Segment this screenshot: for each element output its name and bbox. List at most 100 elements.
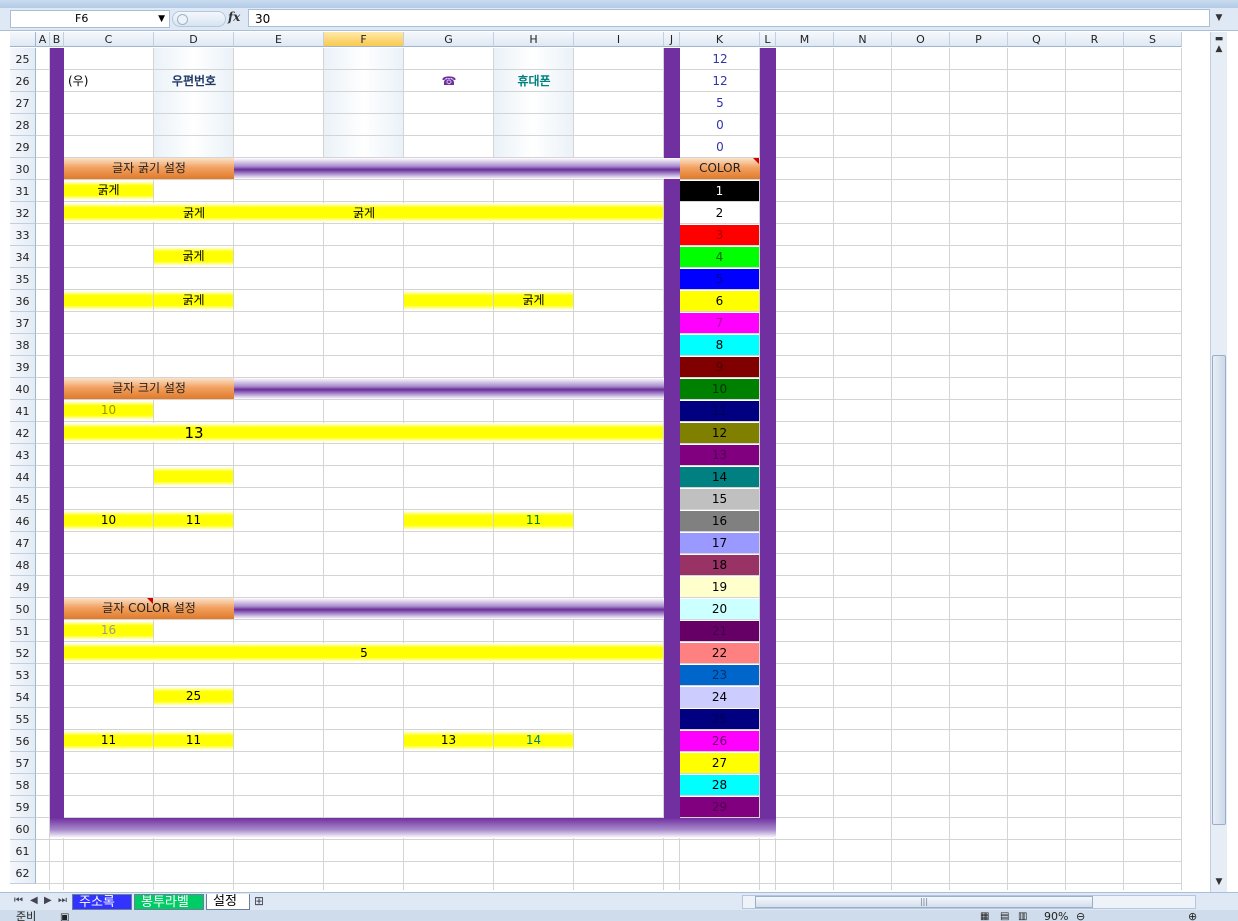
row-header-51[interactable]: 51 (10, 620, 36, 642)
row-header-25[interactable]: 25 (10, 48, 36, 70)
palette-swatch[interactable]: 4 (680, 247, 759, 267)
row-header-34[interactable]: 34 (10, 246, 36, 268)
column-header-n[interactable]: N (834, 32, 892, 47)
sheet-tab-0[interactable]: 주소록 (72, 894, 132, 910)
prev-sheet-icon[interactable]: ◀ (30, 895, 38, 906)
row-header-60[interactable]: 60 (10, 818, 36, 840)
row-header-49[interactable]: 49 (10, 576, 36, 598)
row-header-55[interactable]: 55 (10, 708, 36, 730)
page-layout-view-icon[interactable]: ▤ (1000, 910, 1009, 921)
row-header-42[interactable]: 42 (10, 422, 36, 444)
scroll-down-icon[interactable]: ▼ (1211, 875, 1227, 890)
zoom-level[interactable]: 90% (1044, 910, 1068, 921)
row-header-32[interactable]: 32 (10, 202, 36, 224)
sheet-grid[interactable]: (우) 우편번호 ☎ 휴대폰 12 12 5 0 0 글자 굵기 설정 글자 크기 설정 글자 COL… (36, 48, 1210, 890)
row-header-61[interactable]: 61 (10, 840, 36, 862)
expand-formula-bar-icon[interactable]: ▼ (1212, 9, 1226, 27)
row-header-30[interactable]: 30 (10, 158, 36, 180)
horizontal-scroll-thumb[interactable]: ||| (755, 896, 1093, 908)
row-header-62[interactable]: 62 (10, 862, 36, 884)
row-header-33[interactable]: 33 (10, 224, 36, 246)
column-header-g[interactable]: G (404, 32, 494, 47)
column-header-s[interactable]: S (1124, 32, 1182, 47)
formula-input[interactable]: 30 (248, 9, 1210, 27)
palette-swatch[interactable]: 2 (680, 203, 759, 223)
row-header-58[interactable]: 58 (10, 774, 36, 796)
column-header-r[interactable]: R (1066, 32, 1124, 47)
row-header-54[interactable]: 54 (10, 686, 36, 708)
palette-swatch[interactable]: 11 (680, 401, 759, 421)
page-break-view-icon[interactable]: ▥ (1018, 910, 1027, 921)
palette-swatch[interactable]: 28 (680, 775, 759, 795)
comment-indicator-icon[interactable] (753, 158, 759, 164)
palette-swatch[interactable]: 25 (680, 709, 759, 729)
column-header-p[interactable]: P (950, 32, 1008, 47)
name-box[interactable]: F6 ▼ (10, 10, 170, 28)
insert-sheet-icon[interactable]: ⊞ (254, 894, 264, 908)
palette-swatch[interactable]: 18 (680, 555, 759, 575)
insert-function-icon[interactable]: fx (228, 10, 240, 24)
zoom-out-icon[interactable]: ⊖ (1076, 910, 1085, 921)
column-header-b[interactable]: B (50, 32, 64, 47)
palette-swatch[interactable]: 17 (680, 533, 759, 553)
palette-swatch[interactable]: 26 (680, 731, 759, 751)
sheet-tab-2[interactable]: 설정 (206, 894, 250, 910)
palette-swatch[interactable]: 13 (680, 445, 759, 465)
vertical-scrollbar[interactable]: ▬ ▲ ▼ (1210, 32, 1227, 892)
row-header-27[interactable]: 27 (10, 92, 36, 114)
row-header-41[interactable]: 41 (10, 400, 36, 422)
column-header-j[interactable]: J (664, 32, 680, 47)
palette-swatch[interactable]: 3 (680, 225, 759, 245)
row-header-47[interactable]: 47 (10, 532, 36, 554)
formula-bar-toggle[interactable] (172, 11, 226, 27)
row-header-39[interactable]: 39 (10, 356, 36, 378)
row-header-31[interactable]: 31 (10, 180, 36, 202)
palette-swatch[interactable]: 20 (680, 599, 759, 619)
palette-swatch[interactable]: 14 (680, 467, 759, 487)
macro-record-icon[interactable]: ▣ (60, 911, 69, 921)
palette-swatch[interactable]: 8 (680, 335, 759, 355)
palette-swatch[interactable]: 23 (680, 665, 759, 685)
row-header-52[interactable]: 52 (10, 642, 36, 664)
palette-swatch[interactable]: 21 (680, 621, 759, 641)
row-header-59[interactable]: 59 (10, 796, 36, 818)
row-header-38[interactable]: 38 (10, 334, 36, 356)
chevron-down-icon[interactable]: ▼ (158, 11, 165, 27)
palette-swatch[interactable]: 27 (680, 753, 759, 773)
normal-view-icon[interactable]: ▦ (980, 910, 989, 921)
row-header-29[interactable]: 29 (10, 136, 36, 158)
column-header-c[interactable]: C (64, 32, 154, 47)
palette-swatch[interactable]: 24 (680, 687, 759, 707)
row-header-37[interactable]: 37 (10, 312, 36, 334)
palette-swatch[interactable]: 12 (680, 423, 759, 443)
row-header-28[interactable]: 28 (10, 114, 36, 136)
row-header-57[interactable]: 57 (10, 752, 36, 774)
column-header-i[interactable]: I (574, 32, 664, 47)
row-header-26[interactable]: 26 (10, 70, 36, 92)
palette-swatch[interactable]: 19 (680, 577, 759, 597)
palette-swatch[interactable]: 9 (680, 357, 759, 377)
row-header-40[interactable]: 40 (10, 378, 36, 400)
palette-swatch[interactable]: 15 (680, 489, 759, 509)
column-header-m[interactable]: M (776, 32, 834, 47)
first-sheet-icon[interactable]: ⏮ (14, 895, 23, 906)
row-header-53[interactable]: 53 (10, 664, 36, 686)
column-header-q[interactable]: Q (1008, 32, 1066, 47)
palette-swatch[interactable]: 6 (680, 291, 759, 311)
column-header-f[interactable]: F (324, 32, 404, 47)
row-header-56[interactable]: 56 (10, 730, 36, 752)
zoom-in-icon[interactable]: ⊕ (1188, 910, 1197, 921)
column-header-o[interactable]: O (892, 32, 950, 47)
row-header-44[interactable]: 44 (10, 466, 36, 488)
vertical-scroll-thumb[interactable] (1212, 355, 1226, 825)
column-header-l[interactable]: L (760, 32, 776, 47)
palette-swatch[interactable]: 5 (680, 269, 759, 289)
row-header-35[interactable]: 35 (10, 268, 36, 290)
next-sheet-icon[interactable]: ▶ (44, 895, 52, 906)
row-header-50[interactable]: 50 (10, 598, 36, 620)
last-sheet-icon[interactable]: ⏭ (58, 895, 67, 906)
row-header-46[interactable]: 46 (10, 510, 36, 532)
palette-swatch[interactable]: 7 (680, 313, 759, 333)
comment-indicator-icon[interactable] (147, 598, 153, 604)
column-header-k[interactable]: K (680, 32, 760, 47)
